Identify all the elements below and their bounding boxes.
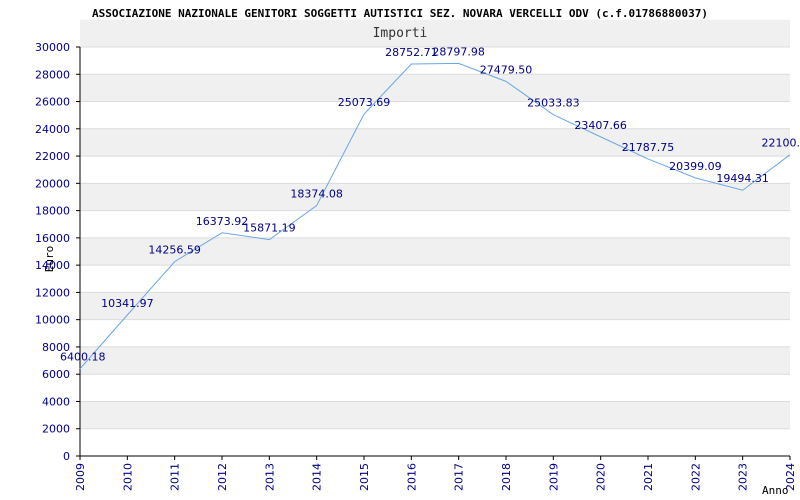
- grid-band: [80, 401, 790, 429]
- x-tick-label: 2020: [595, 463, 608, 491]
- y-tick-label: 4000: [42, 395, 70, 408]
- line-chart: ASSOCIAZIONE NAZIONALE GENITORI SOGGETTI…: [35, 7, 800, 497]
- data-label: 6400.18: [60, 351, 106, 364]
- grid-band: [80, 292, 790, 320]
- background-bands: [80, 19, 790, 429]
- y-tick-label: 20000: [35, 177, 70, 190]
- y-tick-label: 16000: [35, 232, 70, 245]
- data-label: 28797.98: [432, 45, 485, 58]
- data-label: 14256.59: [148, 244, 201, 257]
- data-label: 10341.97: [101, 297, 154, 310]
- y-tick-label: 24000: [35, 123, 70, 136]
- chart-title: ASSOCIAZIONE NAZIONALE GENITORI SOGGETTI…: [92, 7, 708, 20]
- x-tick-label: 2023: [737, 463, 750, 491]
- series-line: [79, 62, 791, 370]
- x-tick-label: 2009: [74, 463, 87, 491]
- y-tick-label: 28000: [35, 68, 70, 81]
- x-tick-label: 2017: [453, 463, 466, 491]
- grid-band: [80, 74, 790, 102]
- y-tick-label: 22000: [35, 150, 70, 163]
- grid-band: [80, 346, 790, 375]
- data-label: 20399.09: [669, 160, 722, 173]
- y-tick-label: 26000: [35, 96, 70, 109]
- y-tick-label: 12000: [35, 286, 70, 299]
- x-tick-label: 2011: [169, 463, 182, 491]
- data-label: 19494.31: [716, 172, 769, 185]
- data-label: 23407.66: [574, 119, 627, 132]
- y-tick-label: 2000: [42, 423, 70, 436]
- data-label: 15871.19: [243, 222, 296, 235]
- x-tick-label: 2010: [121, 463, 134, 491]
- data-label: 28752.71: [385, 46, 438, 59]
- grid-band: [80, 128, 790, 157]
- x-tick-label: 2012: [216, 463, 229, 491]
- chart-subtitle: Importi: [373, 26, 428, 41]
- x-tick-label: 2015: [358, 463, 371, 491]
- x-tick-label: 2022: [689, 463, 702, 491]
- y-tick-label: 18000: [35, 205, 70, 218]
- x-tick-label: 2021: [642, 463, 655, 491]
- data-label: 27479.50: [480, 63, 533, 76]
- x-axis-title: Anno: [762, 484, 789, 497]
- data-label: 21787.75: [622, 141, 675, 154]
- grid-band: [80, 19, 790, 47]
- x-tick-label: 2018: [500, 463, 513, 491]
- x-tick-labels: 2009 2010 2011 2012 2013 2014 2015 2016 2017 2018…: [74, 463, 797, 491]
- x-tick-label: 2019: [547, 463, 560, 491]
- data-label: 25073.69: [338, 96, 391, 109]
- x-tick-label: 2013: [263, 463, 276, 491]
- x-tick-label: 2016: [405, 463, 418, 491]
- y-axis-title: Euro: [43, 246, 56, 273]
- data-label: 16373.92: [196, 215, 249, 228]
- y-tick-label: 10000: [35, 314, 70, 327]
- data-label: 22100.: [762, 137, 800, 150]
- grid-band: [80, 183, 790, 211]
- y-tick-label: 30000: [35, 41, 70, 54]
- y-tick-label: 0: [63, 450, 70, 463]
- data-label: 25033.83: [527, 97, 580, 110]
- data-label: 18374.08: [290, 188, 343, 201]
- y-tick-label: 6000: [42, 368, 70, 381]
- x-tick-label: 2014: [311, 463, 324, 491]
